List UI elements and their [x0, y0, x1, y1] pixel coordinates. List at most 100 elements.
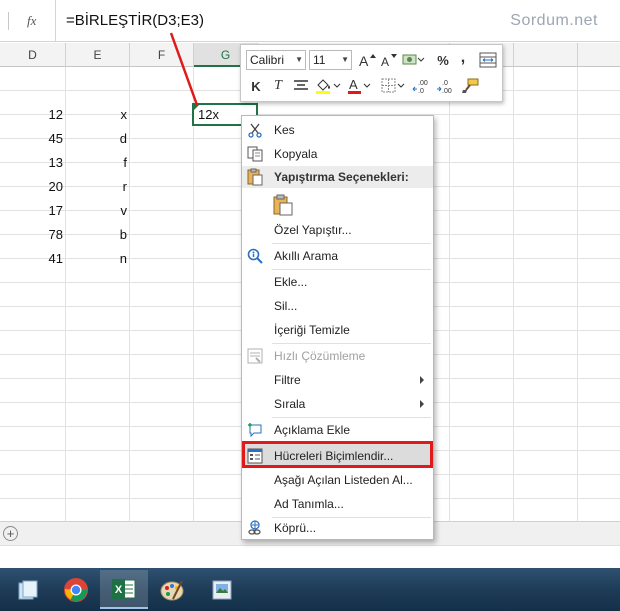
cell-d9[interactable]: 41 [0, 247, 66, 271]
borders-icon[interactable] [379, 75, 407, 97]
menu-item-copy[interactable]: Kopyala [242, 142, 433, 166]
cell-d5[interactable]: 13 [0, 151, 66, 175]
cell-d4[interactable]: 45 [0, 127, 66, 151]
menu-item-label: İçeriği Temizle [274, 323, 350, 337]
font-size-value: 11 [313, 53, 326, 67]
number-format-icon[interactable] [401, 49, 427, 71]
context-menu: Kes Kopyala Yapıştırma Seçenekleri: Özel… [241, 115, 434, 540]
clipboard-icon [247, 168, 263, 189]
cell-e3[interactable]: x [66, 103, 130, 127]
menu-item-sort[interactable]: Sırala [242, 392, 433, 416]
svg-text:A: A [349, 77, 358, 92]
menu-item-smart-lookup[interactable]: Akıllı Arama [242, 244, 433, 268]
fx-icon[interactable]: fx [27, 13, 36, 29]
decrease-decimal-icon[interactable]: .0.00 [435, 75, 457, 97]
format-painter-icon[interactable] [459, 75, 481, 97]
cell-d6[interactable]: 20 [0, 175, 66, 199]
file-manager-icon[interactable] [4, 570, 52, 609]
increase-decimal-icon[interactable]: .00.0 [411, 75, 433, 97]
chevron-down-icon: ▼ [341, 55, 349, 64]
menu-item-label: Sırala [274, 397, 306, 411]
menu-item-label: Akıllı Arama [274, 249, 339, 263]
menu-item-quick-analysis: Hızlı Çözümleme [242, 344, 433, 368]
add-sheet-button[interactable]: + [3, 526, 18, 541]
menu-item-cut[interactable]: Kes [242, 118, 433, 142]
font-name-value: Calibri [250, 53, 285, 67]
svg-text:.00: .00 [418, 80, 428, 87]
menu-item-label: Aşağı Açılan Listeden Al... [274, 473, 413, 487]
svg-text:.0: .0 [418, 88, 424, 94]
cell-e8[interactable]: b [66, 223, 130, 247]
percent-style-button[interactable]: % [433, 49, 453, 71]
submenu-arrow-icon [420, 376, 424, 384]
font-color-icon[interactable]: A [345, 75, 373, 97]
font-name-select[interactable]: Calibri ▼ [246, 50, 306, 70]
menu-item-label: Ekle... [274, 275, 308, 289]
menu-item-filter[interactable]: Filtre [242, 368, 433, 392]
svg-text:.0: .0 [442, 80, 448, 87]
menu-item-label: Ad Tanımla... [274, 497, 344, 511]
cell-e9[interactable]: n [66, 247, 130, 271]
paste-options-label: Yapıştırma Seçenekleri: [274, 170, 409, 184]
menu-item-pick-from-list[interactable]: Aşağı Açılan Listeden Al... [242, 468, 433, 492]
separator [8, 12, 9, 30]
function-box[interactable]: fx [0, 0, 56, 42]
link-icon [246, 519, 264, 537]
align-center-icon[interactable] [291, 75, 311, 97]
quick-analysis-icon [246, 347, 264, 365]
menu-item-insert[interactable]: Ekle... [242, 270, 433, 294]
watermark: Sordum.net [510, 12, 598, 29]
menu-item-label: Özel Yapıştır... [274, 223, 352, 237]
svg-text:.00: .00 [442, 88, 452, 94]
comma-style-button[interactable]: , [455, 47, 471, 69]
font-size-select[interactable]: 11 ▼ [309, 50, 352, 70]
fill-color-icon[interactable] [313, 75, 343, 97]
menu-item-hyperlink[interactable]: Köprü... [242, 516, 433, 540]
image-viewer-icon[interactable] [198, 570, 246, 609]
bold-button[interactable]: K [247, 75, 265, 97]
menu-item-insert-comment[interactable]: Açıklama Ekle [242, 418, 433, 442]
paste-icon [272, 194, 294, 216]
italic-button[interactable]: T [269, 75, 287, 97]
decrease-font-icon[interactable]: A [379, 49, 399, 71]
cell-e5[interactable]: f [66, 151, 130, 175]
smart-lookup-icon [246, 247, 264, 265]
mini-toolbar: Calibri ▼ 11 ▼ A A % , K T A .00.0 .0.00 [240, 44, 503, 102]
chevron-down-icon: ▼ [295, 55, 303, 64]
taskbar: X [0, 568, 620, 611]
cell-d7[interactable]: 17 [0, 199, 66, 223]
chrome-icon[interactable] [52, 570, 100, 609]
formula-input[interactable]: =BİRLEŞTİR(D3;E3) [66, 12, 204, 29]
column-header-f[interactable]: F [130, 43, 194, 67]
paint-icon[interactable] [148, 570, 196, 609]
selected-cell-value: 12x [198, 107, 219, 122]
svg-text:A: A [359, 53, 369, 68]
submenu-arrow-icon [420, 400, 424, 408]
cell-d3[interactable]: 12 [0, 103, 66, 127]
menu-item-clear-contents[interactable]: İçeriği Temizle [242, 318, 433, 342]
cell-e7[interactable]: v [66, 199, 130, 223]
cell-e6[interactable]: r [66, 175, 130, 199]
menu-item-label: Filtre [274, 373, 301, 387]
menu-item-label: Kes [274, 123, 295, 137]
menu-item-label: Sil... [274, 299, 298, 313]
paste-button[interactable] [242, 190, 433, 218]
menu-item-label: Açıklama Ekle [274, 423, 351, 437]
merge-cells-icon[interactable] [477, 49, 499, 71]
svg-text:X: X [115, 584, 123, 596]
menu-item-paste-special[interactable]: Özel Yapıştır... [242, 218, 433, 242]
increase-font-icon[interactable]: A [357, 49, 377, 71]
column-header-d[interactable]: D [0, 43, 66, 67]
cell-d8[interactable]: 78 [0, 223, 66, 247]
column-header-m[interactable] [578, 43, 620, 67]
cell-e4[interactable]: d [66, 127, 130, 151]
comment-icon [246, 421, 264, 439]
menu-item-delete[interactable]: Sil... [242, 294, 433, 318]
excel-icon[interactable]: X [100, 570, 148, 609]
column-header-e[interactable]: E [66, 43, 130, 67]
menu-item-define-name[interactable]: Ad Tanımla... [242, 492, 433, 516]
status-bar [0, 545, 620, 567]
menu-item-label: Köprü... [274, 521, 317, 535]
column-header-l[interactable] [514, 43, 578, 67]
highlight-annotation [242, 441, 433, 468]
